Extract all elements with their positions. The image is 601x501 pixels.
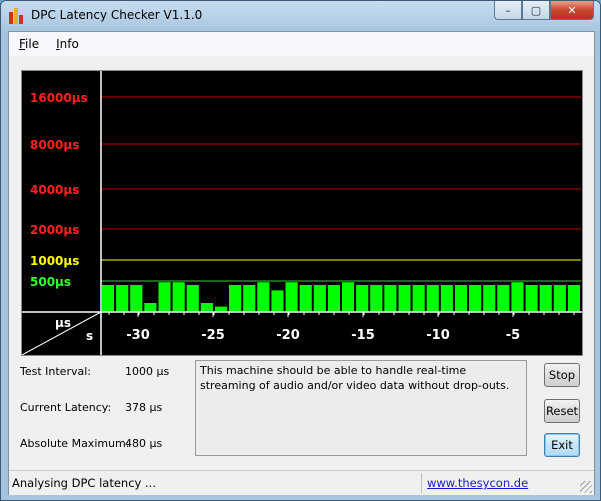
current-latency-label: Current Latency: [20, 401, 112, 414]
latency-bar [384, 284, 397, 312]
latency-bar [102, 284, 115, 312]
y-tick-label: 8000µs [30, 138, 79, 152]
window-controls: – ▢ ✕ [494, 1, 594, 21]
latency-bar [144, 303, 157, 312]
website-link[interactable]: www.thesycon.de [427, 476, 528, 490]
latency-bar [116, 284, 129, 312]
menu-file[interactable]: File [9, 37, 46, 51]
latency-bar [243, 284, 256, 312]
latency-bar [313, 284, 326, 312]
latency-bar [426, 284, 439, 312]
x-tick-label: -20 [276, 328, 300, 343]
x-axis-unit-us: µs [55, 316, 71, 330]
latency-bar [186, 284, 199, 312]
latency-bar [483, 284, 496, 312]
latency-bar [440, 284, 453, 312]
absolute-maximum-label: Absolute Maximum: [20, 437, 130, 450]
latency-bar [172, 282, 185, 312]
exit-button[interactable]: Exit [544, 433, 580, 457]
latency-bar [327, 284, 340, 312]
menu-bar: File Info [9, 32, 594, 56]
x-tick-label: -30 [126, 328, 150, 343]
latency-bar [525, 284, 538, 312]
latency-bar [370, 284, 383, 312]
latency-bar [412, 284, 425, 312]
x-tick-label: -25 [201, 328, 225, 343]
latency-bar [356, 284, 369, 312]
latency-bar [285, 282, 298, 312]
latency-bar [567, 284, 580, 312]
latency-bar [257, 282, 270, 312]
y-tick-label: 2000µs [30, 223, 79, 237]
test-interval-label: Test Interval: [20, 365, 91, 378]
latency-bar [214, 306, 228, 312]
menu-info[interactable]: Info [46, 37, 86, 51]
reset-button[interactable]: Reset [544, 399, 580, 423]
title-bar[interactable]: DPC Latency Checker V1.1.0 – ▢ ✕ [1, 1, 600, 31]
resize-grip[interactable] [580, 481, 592, 493]
latency-bar [539, 284, 552, 312]
latency-bar [398, 284, 411, 312]
latency-bar [497, 284, 510, 312]
latency-bar [229, 284, 242, 312]
close-button[interactable]: ✕ [550, 1, 594, 20]
latency-bar [271, 290, 284, 312]
latency-bar [553, 284, 566, 312]
latency-bar [511, 282, 524, 312]
latency-bar [130, 284, 143, 312]
latency-chart: 16000µs 8000µs 4000µs 2000µs 1000µs 500µs µs s -… [21, 70, 583, 356]
maximize-button[interactable]: ▢ [522, 1, 550, 20]
status-message-box: This machine should be able to handle re… [195, 360, 527, 456]
y-tick-label: 4000µs [30, 183, 79, 197]
y-tick-label: 500µs [30, 275, 71, 289]
app-icon [9, 8, 25, 24]
status-separator [421, 473, 422, 493]
latency-bar [299, 284, 312, 312]
status-text: Analysing DPC latency ... [12, 476, 156, 490]
stop-button[interactable]: Stop [544, 363, 580, 387]
status-bar: Analysing DPC latency ... www.thesycon.d… [9, 470, 594, 495]
absolute-maximum-value: 480 µs [125, 437, 163, 450]
x-axis-unit-s: s [86, 329, 93, 343]
client-area: File Info 16000µs 8000µs 4000µs 2000µs 1000µ… [8, 31, 595, 495]
x-tick-label: -10 [426, 328, 450, 343]
current-latency-value: 378 µs [125, 401, 163, 414]
x-tick-label: -15 [351, 328, 375, 343]
latency-bar [469, 284, 482, 312]
y-tick-label: 1000µs [30, 254, 79, 268]
test-interval-value: 1000 µs [125, 365, 170, 378]
latency-bar [200, 303, 213, 312]
window-title: DPC Latency Checker V1.1.0 [31, 8, 203, 22]
latency-chart-svg: 16000µs 8000µs 4000µs 2000µs 1000µs 500µs µs s -… [22, 71, 582, 355]
latency-bar [158, 282, 171, 312]
latency-bar [342, 282, 355, 312]
latency-bar [454, 284, 468, 312]
app-window: DPC Latency Checker V1.1.0 – ▢ ✕ File In… [0, 0, 601, 501]
y-tick-label: 16000µs [30, 91, 88, 105]
x-tick-label: -5 [506, 328, 520, 343]
minimize-button[interactable]: – [494, 1, 522, 20]
